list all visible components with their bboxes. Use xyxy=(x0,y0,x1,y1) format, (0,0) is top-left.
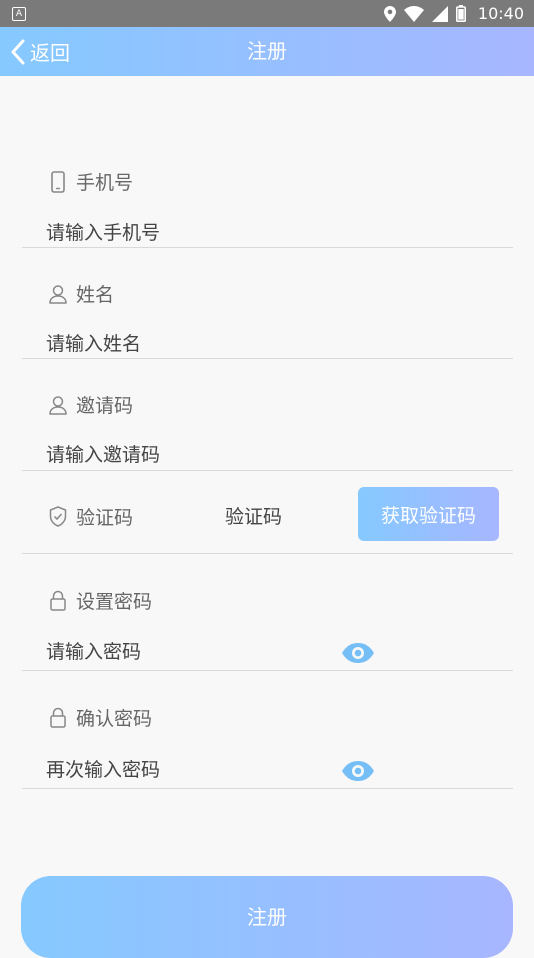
phone-divider xyxy=(22,247,513,248)
name-divider xyxy=(22,358,513,359)
name-label: 姓名 xyxy=(76,284,115,306)
invite-label: 邀请码 xyxy=(76,395,134,417)
password-divider xyxy=(22,670,513,671)
code-field-label: 验证码 xyxy=(48,503,133,530)
confirm-label: 确认密码 xyxy=(76,708,153,730)
location-icon xyxy=(383,5,396,22)
invite-input[interactable] xyxy=(46,441,336,469)
phone-icon xyxy=(48,170,68,193)
app-bar: 注册 返回 xyxy=(0,27,534,76)
phone-input[interactable] xyxy=(46,219,336,247)
get-code-button[interactable]: 获取验证码 xyxy=(358,487,499,541)
eye-icon[interactable] xyxy=(341,642,375,664)
user-icon xyxy=(48,394,68,416)
name-field-label: 姓名 xyxy=(48,280,114,307)
chevron-left-icon xyxy=(11,39,25,64)
invite-divider xyxy=(22,470,513,471)
lock-icon xyxy=(48,590,68,612)
user-icon xyxy=(48,283,68,305)
shield-icon xyxy=(48,506,68,528)
back-button[interactable]: 返回 xyxy=(10,27,70,76)
password-label: 设置密码 xyxy=(76,591,153,613)
status-icons: 10:40 xyxy=(383,3,524,24)
phone-label: 手机号 xyxy=(76,172,134,194)
status-time: 10:40 xyxy=(477,4,524,23)
code-divider xyxy=(22,553,513,554)
app-badge: A xyxy=(12,7,26,21)
confirm-field-label: 确认密码 xyxy=(48,704,152,731)
code-input[interactable] xyxy=(225,503,335,531)
phone-field-label: 手机号 xyxy=(48,168,133,195)
confirm-divider xyxy=(22,788,513,789)
battery-icon xyxy=(455,5,466,22)
register-button[interactable]: 注册 xyxy=(21,876,513,958)
signal-icon xyxy=(431,5,448,22)
status-bar: A 10:40 xyxy=(0,0,534,27)
password-input[interactable] xyxy=(46,638,336,666)
wifi-icon xyxy=(403,5,424,22)
password-field-label: 设置密码 xyxy=(48,587,152,614)
name-input[interactable] xyxy=(46,330,336,358)
code-label: 验证码 xyxy=(76,507,134,529)
back-label: 返回 xyxy=(30,41,70,65)
invite-field-label: 邀请码 xyxy=(48,391,133,418)
confirm-password-input[interactable] xyxy=(46,756,336,784)
page-title: 注册 xyxy=(247,39,287,63)
lock-icon xyxy=(48,707,68,729)
eye-icon[interactable] xyxy=(341,760,375,782)
